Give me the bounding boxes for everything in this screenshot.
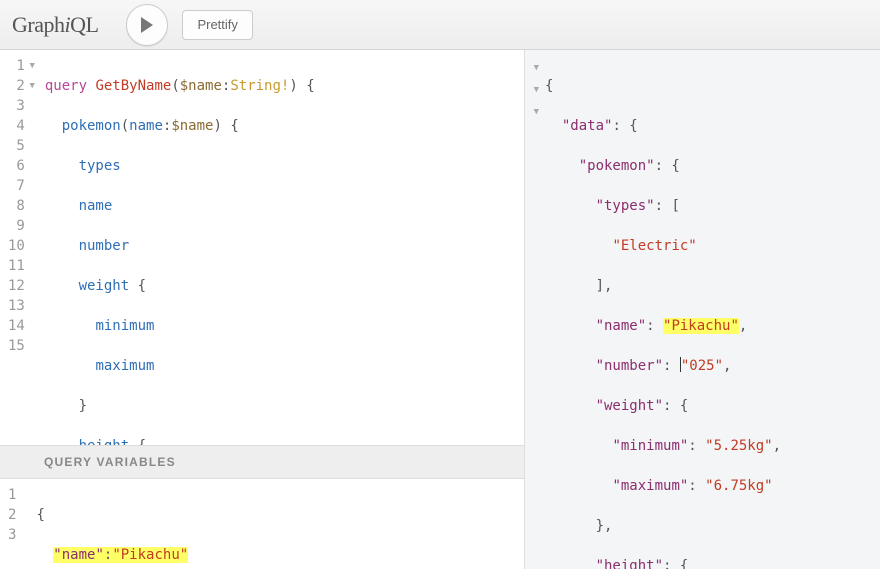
fold-icon[interactable]: ▼ [27,56,35,76]
query-editor[interactable]: 1▼ 2▼ 3 4 5 6 7 8 9 10 11 12 13 14 15 qu… [0,50,524,445]
execute-button[interactable] [126,4,168,46]
fold-icon[interactable]: ▼ [531,80,539,100]
toolbar: GraphiQL Prettify [0,0,880,50]
variables-gutter: 1 2 3 [0,485,32,569]
result-pane[interactable]: ▼ ▼ ▼ { "data": { "pokemon": { "types": … [525,50,880,569]
variables-code[interactable]: { "name":"Pikachu" } [32,485,188,569]
fold-icon[interactable]: ▼ [27,76,35,96]
result-code: { "data": { "pokemon": { "types": [ "Ele… [543,56,781,569]
variables-editor[interactable]: 1 2 3 { "name":"Pikachu" } [0,479,524,569]
fold-icon[interactable]: ▼ [531,58,539,78]
graphiql-logo: GraphiQL [12,12,98,38]
query-gutter: 1▼ 2▼ 3 4 5 6 7 8 9 10 11 12 13 14 15 [0,56,41,445]
play-icon [140,17,154,33]
left-pane: 1▼ 2▼ 3 4 5 6 7 8 9 10 11 12 13 14 15 qu… [0,50,525,569]
prettify-button[interactable]: Prettify [182,10,252,40]
query-variables-header[interactable]: QUERY VARIABLES [0,445,524,479]
fold-icon[interactable]: ▼ [531,102,539,122]
result-gutter: ▼ ▼ ▼ [525,56,543,569]
workspace: 1▼ 2▼ 3 4 5 6 7 8 9 10 11 12 13 14 15 qu… [0,50,880,569]
query-code[interactable]: query GetByName($name:String!) { pokemon… [41,56,315,445]
